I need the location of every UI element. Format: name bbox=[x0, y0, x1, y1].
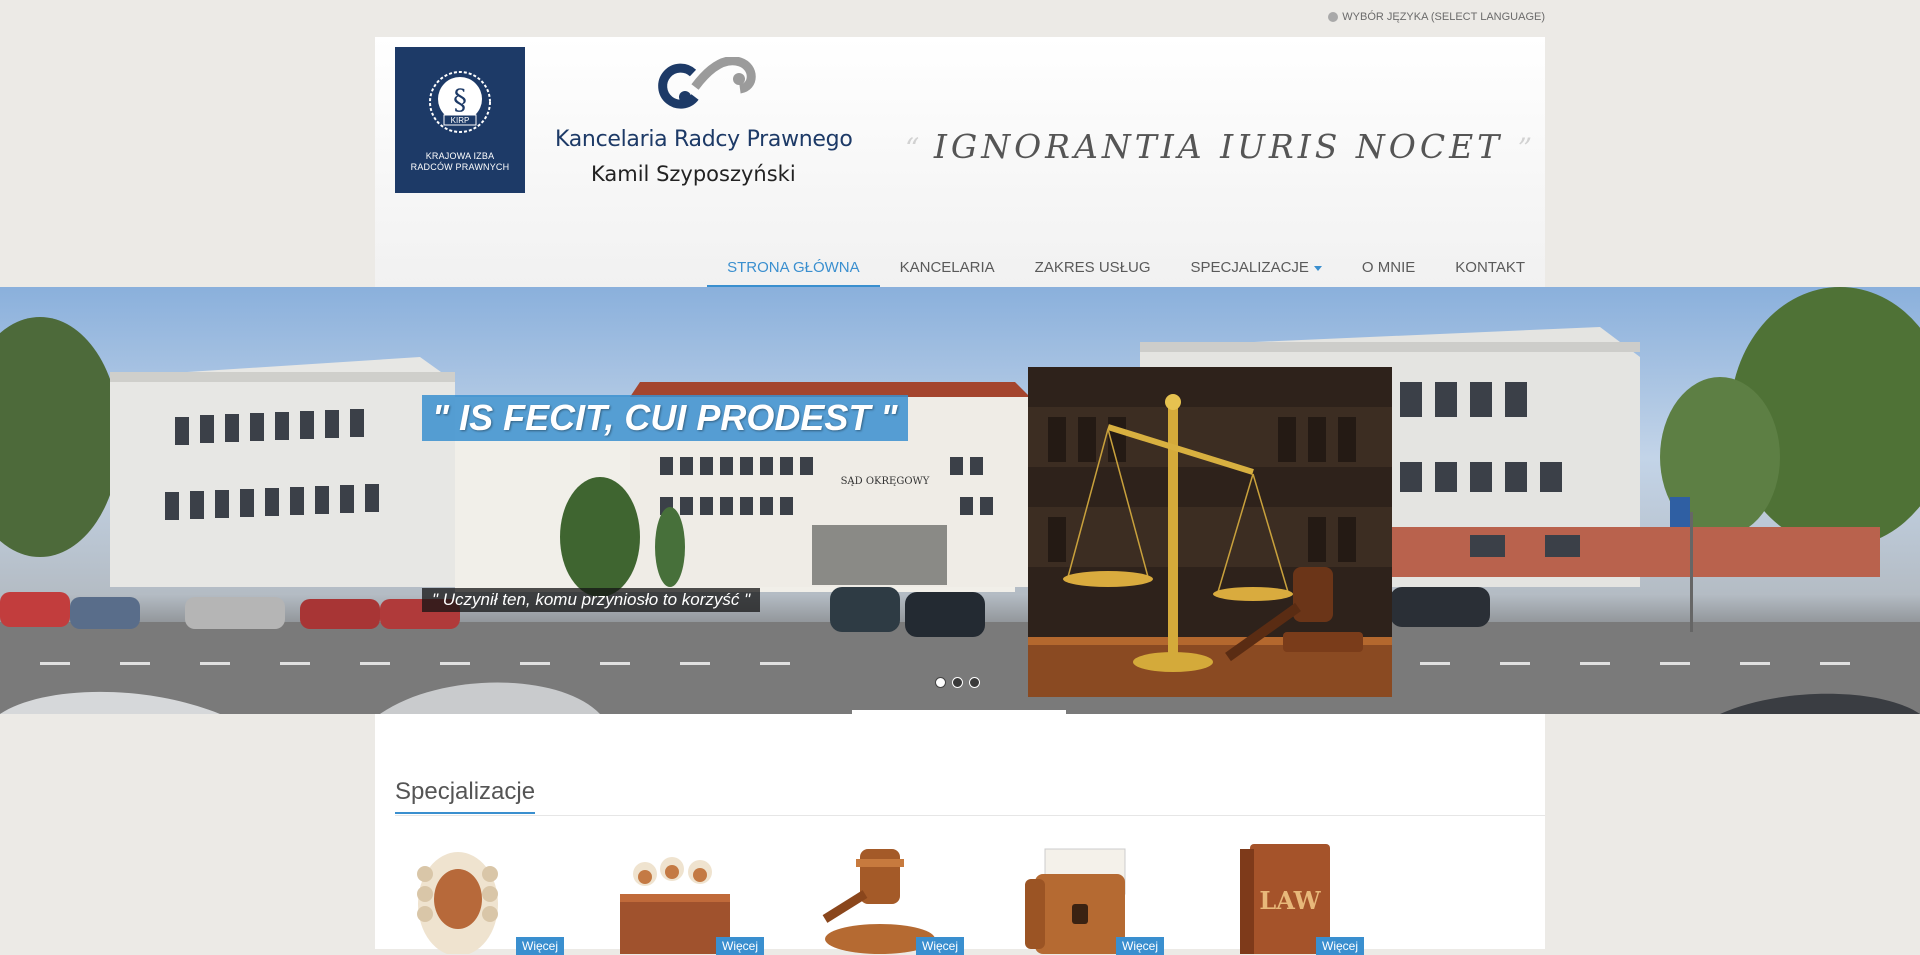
main-nav: STRONA GŁÓWNA KANCELARIA ZAKRES USŁUG SP… bbox=[707, 249, 1545, 287]
nav-label: ZAKRES USŁUG bbox=[1034, 259, 1151, 276]
slider-dot-2[interactable] bbox=[952, 677, 963, 688]
more-button[interactable]: Więcej bbox=[716, 937, 765, 955]
law-book-text: LAW bbox=[1259, 886, 1321, 915]
nav-label: KANCELARIA bbox=[899, 259, 995, 276]
firm-swirl-icon bbox=[658, 57, 756, 109]
slider-pagination bbox=[935, 677, 980, 688]
language-label: WYBÓR JĘZYKA (SELECT LANGUAGE) bbox=[1342, 11, 1545, 23]
nav-item-about[interactable]: O MNIE bbox=[1342, 249, 1435, 287]
firm-owner: Kamil Szyposzyński bbox=[591, 162, 796, 186]
main-content: Specjalizacje Więcej Więcej Więcej Więce… bbox=[375, 714, 1545, 955]
nav-item-services[interactable]: ZAKRES USŁUG bbox=[1015, 249, 1171, 287]
judge-wig-icon bbox=[417, 852, 498, 954]
chevron-down-icon bbox=[1313, 265, 1322, 271]
building-sign: SĄD OKRĘGOWY bbox=[841, 476, 930, 487]
more-button[interactable]: Więcej bbox=[516, 937, 565, 955]
slider-dot-1[interactable] bbox=[935, 677, 946, 688]
language-selector[interactable]: WYBÓR JĘZYKA (SELECT LANGUAGE) bbox=[1328, 11, 1545, 23]
courthouse-image: SĄD OKRĘGOWY bbox=[0, 287, 1920, 714]
kirp-emblem-icon: § KIRP bbox=[429, 71, 491, 133]
kirp-line-1: KRAJOWA IZBA bbox=[425, 151, 495, 161]
nav-label: STRONA GŁÓWNA bbox=[727, 259, 860, 276]
globe-icon bbox=[1328, 12, 1339, 22]
more-button[interactable]: Więcej bbox=[1116, 937, 1165, 955]
section-title: Specjalizacje bbox=[395, 778, 536, 814]
more-button[interactable]: Więcej bbox=[1316, 937, 1365, 955]
nav-label: O MNIE bbox=[1361, 259, 1416, 276]
firm-logo[interactable]: Kancelaria Radcy Prawnego Kamil Szyposzy… bbox=[555, 57, 853, 187]
specialization-card[interactable]: Więcej bbox=[395, 844, 595, 955]
nav-item-specializations[interactable]: SPECJALIZACJE bbox=[1171, 249, 1342, 287]
open-quote-icon: “ bbox=[905, 132, 920, 165]
motto: “ IGNORANTIA IURIS NOCET ” bbox=[905, 127, 1532, 166]
slide-sub-caption: " Uczynił ten, komu przyniosło to korzyś… bbox=[422, 588, 761, 612]
section-divider bbox=[395, 815, 1545, 816]
close-quote-icon: ” bbox=[1517, 132, 1533, 165]
kirp-line-2: RADCÓW PRAWNYCH bbox=[410, 162, 510, 172]
hero-slider[interactable]: SĄD OKRĘGOWY " IS FECIT, CUI PRODEST " "… bbox=[0, 287, 1920, 714]
specialization-card[interactable]: LAW Więcej bbox=[1195, 844, 1395, 955]
svg-text:§: § bbox=[453, 83, 467, 116]
specialization-card[interactable]: Więcej bbox=[595, 844, 795, 955]
specialization-card[interactable]: Więcej bbox=[795, 844, 995, 955]
nav-item-home[interactable]: STRONA GŁÓWNA bbox=[707, 249, 880, 287]
nav-label: KONTAKT bbox=[1455, 259, 1525, 276]
firm-name: Kancelaria Radcy Prawnego bbox=[555, 127, 853, 152]
nav-item-contact[interactable]: KONTAKT bbox=[1435, 249, 1545, 287]
justice-scale-image bbox=[1028, 367, 1392, 697]
slide-main-caption: " IS FECIT, CUI PRODEST " bbox=[422, 395, 908, 441]
nav-item-kancelaria[interactable]: KANCELARIA bbox=[880, 249, 1015, 287]
motto-text: IGNORANTIA IURIS NOCET bbox=[933, 127, 1504, 166]
specializations-list: Więcej Więcej Więcej Więcej LAW Więcej bbox=[395, 844, 1395, 955]
scales-of-justice-icon bbox=[1028, 367, 1392, 697]
kirp-badge-text: KIRP bbox=[451, 116, 470, 125]
slider-dot-3[interactable] bbox=[969, 677, 980, 688]
site-header: § KIRP KRAJOWA IZBA RADCÓW PRAWNYCH Kanc… bbox=[375, 37, 1545, 287]
kirp-logo[interactable]: § KIRP KRAJOWA IZBA RADCÓW PRAWNYCH bbox=[395, 47, 525, 193]
kirp-caption: KRAJOWA IZBA RADCÓW PRAWNYCH bbox=[395, 151, 525, 173]
specialization-card[interactable]: Więcej bbox=[995, 844, 1195, 955]
more-button[interactable]: Więcej bbox=[916, 937, 965, 955]
nav-label: SPECJALIZACJE bbox=[1190, 259, 1309, 276]
